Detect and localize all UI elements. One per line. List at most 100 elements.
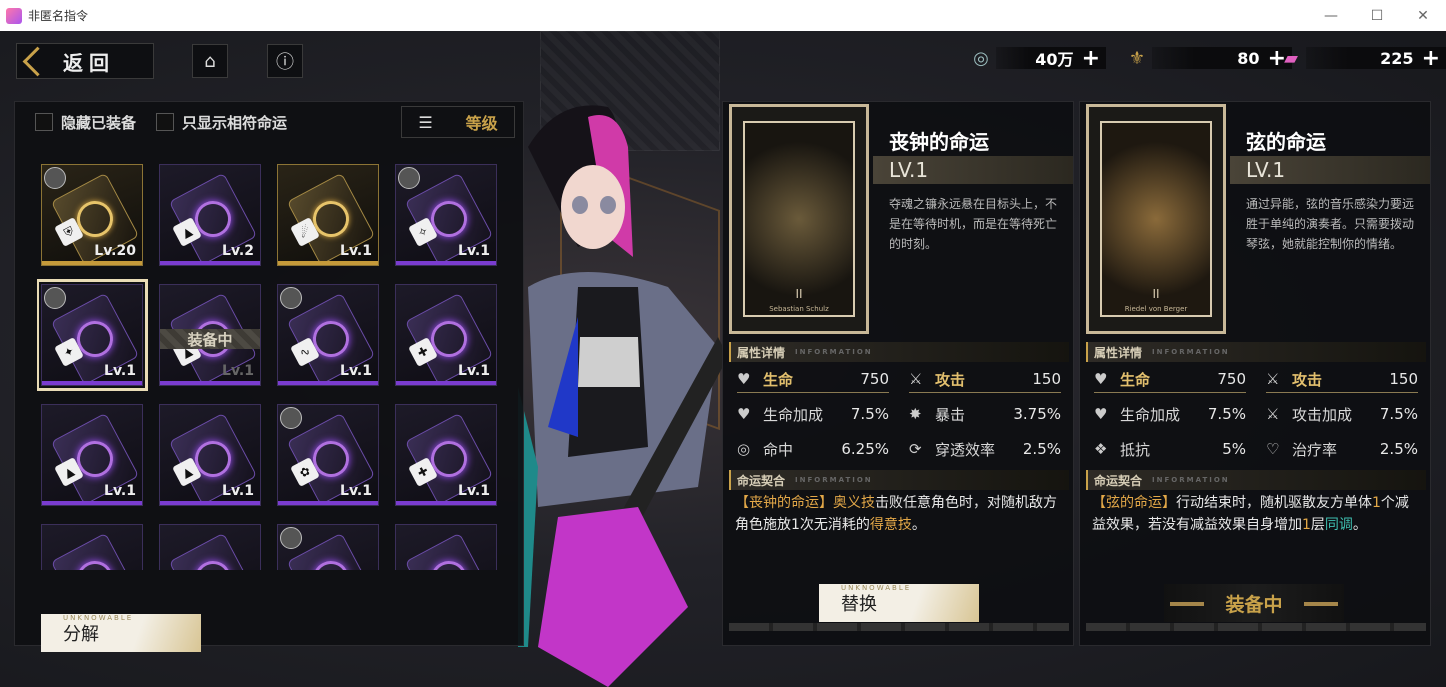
- fate-card[interactable]: ▲ 装备中 Lv.1: [159, 284, 261, 386]
- card-level: Lv.1: [340, 243, 372, 259]
- window-title: 非匿名指令: [28, 9, 89, 23]
- card-ring: [188, 554, 238, 570]
- skill-end: 。: [1352, 517, 1367, 533]
- fate-card-art: [50, 532, 140, 570]
- resource-fleur: ⚜ 80 +: [1122, 43, 1292, 73]
- info-button[interactable]: ⓘ: [267, 44, 303, 78]
- target-icon: ◎: [737, 440, 751, 458]
- attr-title: 属性详情: [737, 345, 786, 360]
- rarity-bar: [278, 501, 378, 505]
- fate-card[interactable]: [277, 524, 379, 570]
- app-icon: [6, 7, 22, 24]
- stat-row: ♥ 生命 750: [1094, 364, 1246, 394]
- match-fate-label: 只显示相符命运: [182, 113, 288, 132]
- fate-detail-panel-candidate: II Sebastian Schulz 丧钟的命运 LV.1 夺魂之镰永远悬在目…: [722, 101, 1074, 646]
- stat-name: 攻击: [1292, 370, 1323, 389]
- stat-underline: [737, 392, 889, 393]
- card-level: Lv.20: [94, 243, 136, 259]
- stat-row: ⚔ 攻击加成 7.5%: [1266, 399, 1418, 429]
- fate-level: LV.1: [889, 158, 929, 182]
- close-button[interactable]: ✕: [1400, 0, 1446, 31]
- character-art: [518, 105, 728, 687]
- card-ring: [306, 554, 356, 570]
- stat-row: ⚔ 攻击 150: [1266, 364, 1418, 394]
- contract-section-header: 命运契合 INFORMATION: [729, 470, 1069, 490]
- resource-tickets-value: 225: [1380, 48, 1414, 68]
- equipped-status-button[interactable]: 装备中: [1164, 584, 1344, 622]
- card-numeral: II: [795, 287, 803, 301]
- rarity-bar: [396, 261, 496, 265]
- stat-name: 生命加成: [1120, 405, 1181, 424]
- info-icon: ⓘ: [276, 52, 294, 73]
- button-watermark: UNKNOWABLE: [63, 614, 134, 622]
- fate-card-image: II Riedel von Berger: [1086, 104, 1226, 334]
- button-watermark: UNKNOWABLE: [841, 584, 912, 592]
- replace-button[interactable]: UNKNOWABLE 替换: [819, 584, 979, 622]
- sort-label: 等级: [465, 114, 498, 133]
- fate-card[interactable]: ▲ Lv.1: [159, 404, 261, 506]
- heart-plus-icon: ♥: [737, 405, 751, 423]
- rarity-bar: [42, 261, 142, 265]
- rarity-bar: [42, 381, 142, 385]
- fate-card[interactable]: ☄ Lv.1: [277, 164, 379, 266]
- minimize-button[interactable]: —: [1308, 0, 1354, 31]
- fate-detail-panel-current: II Riedel von Berger 弦的命运 LV.1 通过异能，弦的音乐…: [1079, 101, 1431, 646]
- back-button[interactable]: 返回: [16, 43, 154, 79]
- game-viewport: 返回 ⌂ ⓘ ◎ 40万 + ⚜ 80 + ▰ 225 + 隐藏已装备 只显示相…: [0, 31, 1446, 687]
- chevron-left-icon: [17, 43, 45, 79]
- sword-plus-icon: ⚔: [1266, 405, 1280, 423]
- stat-name: 暴击: [935, 405, 966, 424]
- maximize-button[interactable]: ☐: [1354, 0, 1400, 31]
- hide-equipped-label: 隐藏已装备: [61, 113, 137, 132]
- fate-card[interactable]: ✦ Lv.1: [37, 279, 148, 391]
- contract-title: 命运契合: [1094, 473, 1143, 488]
- replace-label: 替换: [841, 594, 877, 615]
- skill-keyword: 得意技: [869, 517, 912, 533]
- stat-row: ♥ 生命加成 7.5%: [737, 399, 889, 429]
- skill-keyword: 同调: [1324, 517, 1353, 533]
- skill-end: 。: [911, 517, 926, 533]
- sort-button[interactable]: ☰ 等级: [401, 106, 515, 138]
- home-button[interactable]: ⌂: [192, 44, 228, 78]
- home-icon: ⌂: [204, 50, 216, 72]
- owner-avatar: [44, 287, 66, 309]
- rarity-bar: [396, 381, 496, 385]
- hide-equipped-checkbox[interactable]: 隐藏已装备: [35, 112, 136, 133]
- stat-row: ♡ 治疗率 2.5%: [1266, 434, 1418, 464]
- fate-card[interactable]: ∿ Lv.1: [277, 284, 379, 386]
- heart-plus-icon: ♥: [1094, 405, 1108, 423]
- fate-card[interactable]: [41, 524, 143, 570]
- stat-row: ❖ 抵抗 5%: [1094, 434, 1246, 464]
- fate-card[interactable]: ✧ Lv.1: [395, 164, 497, 266]
- equipped-label: 装备中: [1225, 593, 1283, 616]
- fate-card[interactable]: ✚ Lv.1: [395, 404, 497, 506]
- sword-icon: ⚔: [909, 370, 923, 388]
- stat-row: ⚔ 攻击 150: [909, 364, 1061, 394]
- fleur-icon: ⚜: [1128, 47, 1146, 69]
- decompose-button[interactable]: UNKNOWABLE 分解: [41, 614, 201, 652]
- owner-avatar: [280, 407, 302, 429]
- fate-card[interactable]: ▲ Lv.1: [41, 404, 143, 506]
- fate-card[interactable]: ✿ Lv.1: [277, 404, 379, 506]
- fate-card[interactable]: ⛨ Lv.20: [41, 164, 143, 266]
- add-credits-button[interactable]: +: [1082, 46, 1100, 71]
- window-titlebar: 非匿名指令 — ☐ ✕: [0, 0, 1446, 31]
- stat-value: 150: [1032, 370, 1061, 388]
- fate-card[interactable]: [395, 524, 497, 570]
- stat-name: 治疗率: [1292, 440, 1338, 459]
- fate-card[interactable]: [159, 524, 261, 570]
- stat-value: 5%: [1222, 440, 1246, 458]
- owner-avatar: [280, 287, 302, 309]
- fate-card[interactable]: ▲ Lv.2: [159, 164, 261, 266]
- checkbox-box: [156, 113, 175, 131]
- card-caption: Sebastian Schulz: [769, 305, 829, 313]
- fate-card[interactable]: ✚ Lv.1: [395, 284, 497, 386]
- add-tickets-button[interactable]: +: [1422, 46, 1440, 71]
- stat-row: ✸ 暴击 3.75%: [909, 399, 1061, 429]
- skill-text: 【弦的命运】行动结束时，随机驱散友方单体1个减益效果，若没有减益效果自身增加1层…: [1092, 492, 1422, 536]
- owner-avatar: [398, 167, 420, 189]
- stat-name: 生命: [1120, 370, 1151, 389]
- stat-name: 生命: [763, 370, 794, 389]
- match-fate-checkbox[interactable]: 只显示相符命运: [156, 112, 287, 133]
- heart-icon: ♥: [737, 370, 751, 388]
